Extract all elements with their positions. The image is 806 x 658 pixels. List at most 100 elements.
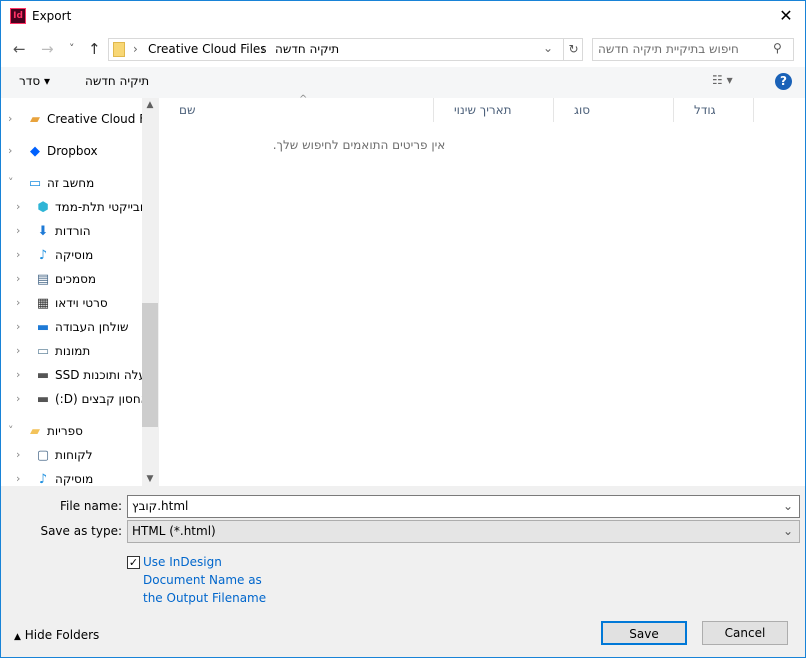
chevron-right-icon[interactable]: › — [16, 272, 20, 285]
organize-button[interactable]: סדר ▾ — [19, 74, 50, 88]
sidebar-item[interactable]: › ♪ מוסיקה — [1, 244, 142, 268]
sidebar-item[interactable]: › ▦ סרטי וידאו — [1, 292, 142, 316]
sidebar-item-label: Creative Cloud Fil — [47, 112, 142, 126]
chevron-down-icon[interactable]: ⌄ — [783, 521, 793, 542]
chevron-right-icon[interactable]: › — [16, 320, 20, 333]
column-name[interactable]: שם — [159, 98, 434, 122]
sidebar-item[interactable]: › ⬢ אובייקטי תלת-ממד — [1, 196, 142, 220]
sidebar-item-label: אחסון קבצים (D:) — [55, 392, 142, 406]
drive-icon: ▬ — [36, 392, 50, 407]
chevron-right-icon[interactable]: › — [16, 472, 20, 485]
export-dialog: Id Export ✕ ← → ˅ ↑ › Creative Cloud Fil… — [0, 0, 806, 658]
sidebar-item-label: מחשב זה — [47, 176, 95, 190]
chevron-right-icon[interactable]: › — [16, 392, 20, 405]
hide-folders-label: Hide Folders — [24, 628, 100, 642]
chevron-right-icon[interactable]: › — [16, 296, 20, 309]
documents-icon: ▤ — [36, 272, 50, 287]
view-options-icon[interactable]: ☷ ▾ — [712, 73, 733, 87]
sidebar-item[interactable]: › ▰ Creative Cloud Fil — [1, 108, 142, 132]
sidebar-item[interactable]: › ♪ מוסיקה — [1, 468, 142, 492]
breadcrumb-new-folder[interactable]: תיקיה חדשה — [275, 42, 339, 56]
close-button[interactable]: ✕ — [774, 5, 798, 27]
navigation-bar: ← → ˅ ↑ › Creative Cloud Files › תיקיה ח… — [1, 32, 805, 67]
new-folder-button[interactable]: תיקיה חדשה — [85, 74, 149, 88]
sidebar-item-label: תמונות — [55, 344, 91, 358]
library-icon: ▢ — [36, 448, 50, 463]
save-type-select[interactable]: HTML (*.html) ⌄ — [127, 520, 800, 543]
chevron-right-icon[interactable]: › — [8, 112, 12, 125]
sidebar-item[interactable]: › ▤ מסמכים — [1, 268, 142, 292]
help-icon[interactable]: ? — [775, 73, 792, 90]
column-date-modified[interactable]: תאריך שינוי — [434, 98, 554, 122]
sidebar-item-label: מוסיקה — [55, 248, 94, 262]
chevron-right-icon[interactable]: › — [16, 200, 20, 213]
back-icon[interactable]: ← — [13, 40, 26, 58]
nav-scrollbar[interactable]: ▲ ▼ — [142, 98, 158, 486]
sidebar-item-label: מסמכים — [55, 272, 97, 286]
search-input[interactable]: חיפוש בתיקיית תיקיה חדשה ⚲ — [592, 38, 794, 61]
sidebar-item-label: סרטי וידאו — [55, 296, 108, 310]
search-icon[interactable]: ⚲ — [773, 41, 782, 55]
toolbar: סדר ▾ תיקיה חדשה ☷ ▾ ? — [1, 67, 805, 98]
videos-icon: ▦ — [36, 296, 50, 311]
chevron-down-icon[interactable]: ˅ — [8, 176, 14, 189]
address-bar[interactable]: › Creative Cloud Files › תיקיה חדשה ⌄ ↻ — [108, 38, 583, 61]
title-bar: Id Export ✕ — [1, 1, 805, 32]
nav-scrollbar-thumb[interactable] — [142, 303, 158, 427]
forward-icon[interactable]: → — [41, 40, 54, 58]
creative-cloud-icon: ▰ — [30, 112, 40, 127]
chevron-up-icon: ▲ — [14, 632, 21, 642]
sidebar-item-label: מוסיקה — [55, 472, 94, 486]
file-name-input[interactable]: קובץ.html ⌄ — [127, 495, 800, 518]
chevron-right-icon[interactable]: › — [16, 344, 20, 357]
sidebar-item[interactable]: › ▬ אחסון קבצים (D:) — [1, 388, 142, 412]
save-button[interactable]: Save — [601, 621, 687, 645]
organize-label: סדר — [19, 74, 41, 88]
chevron-right-icon[interactable]: › — [16, 448, 20, 461]
sidebar-item[interactable]: › ▭ תמונות — [1, 340, 142, 364]
chevron-right-icon[interactable]: › — [8, 144, 12, 157]
sidebar-item[interactable]: ˅ ▰ ספריות — [1, 420, 142, 444]
sidebar-item[interactable]: › ▬ עלה ותוכנות SSD — [1, 364, 142, 388]
file-name-value: קובץ.html — [132, 499, 189, 513]
save-type-label: Save as type: — [40, 524, 122, 538]
desktop-icon: ▬ — [36, 320, 50, 335]
music-icon: ♪ — [38, 248, 48, 263]
sidebar-item[interactable]: › ⬇ הורדות — [1, 220, 142, 244]
chevron-right-icon[interactable]: › — [16, 368, 20, 381]
folder-icon — [113, 42, 125, 57]
file-name-label: File name: — [60, 499, 122, 513]
search-placeholder: חיפוש בתיקיית תיקיה חדשה — [598, 42, 739, 56]
breadcrumb-creative-cloud[interactable]: Creative Cloud Files — [148, 42, 267, 56]
computer-icon: ▭ — [28, 176, 42, 191]
file-list: ^ שם תאריך שינוי סוג גודל אין פריטים התו… — [159, 94, 805, 486]
sidebar-item[interactable]: ˅ ▭ מחשב זה — [1, 172, 142, 196]
chevron-down-icon[interactable]: ⌄ — [783, 496, 793, 517]
3d-objects-icon: ⬢ — [37, 200, 49, 215]
save-type-value: HTML (*.html) — [132, 524, 216, 538]
chevron-right-icon[interactable]: › — [16, 224, 20, 237]
sidebar-item[interactable]: › ▢ לקוחות — [1, 444, 142, 468]
sidebar-item[interactable]: › ▬ שולחן העבודה — [1, 316, 142, 340]
use-document-name-checkbox[interactable]: ✓ — [127, 556, 140, 569]
cancel-button[interactable]: Cancel — [702, 621, 788, 645]
music-icon: ♪ — [38, 472, 48, 487]
indesign-app-icon: Id — [10, 8, 26, 24]
sidebar-item[interactable]: › ◆ Dropbox — [1, 140, 142, 164]
recent-locations-icon[interactable]: ˅ — [69, 42, 75, 55]
up-icon[interactable]: ↑ — [88, 40, 101, 58]
drive-icon: ▬ — [36, 368, 50, 383]
chevron-right-icon[interactable]: › — [16, 248, 20, 261]
column-size[interactable]: גודל — [674, 98, 754, 122]
use-document-name-label[interactable]: Use InDesign Document Name as the Output F… — [143, 553, 266, 607]
sidebar-item-label: ספריות — [47, 424, 83, 438]
hide-folders-button[interactable]: ▲ Hide Folders — [14, 628, 99, 642]
sidebar-item-label: אובייקטי תלת-ממד — [55, 200, 142, 214]
chevron-down-icon[interactable]: ˅ — [8, 424, 14, 437]
window-title: Export — [32, 9, 72, 23]
chevron-down-icon[interactable]: ⌄ — [543, 41, 553, 55]
column-type[interactable]: סוג — [554, 98, 674, 122]
downloads-icon: ⬇ — [37, 224, 49, 239]
libraries-icon: ▰ — [30, 424, 40, 439]
refresh-icon[interactable]: ↻ — [563, 39, 583, 60]
